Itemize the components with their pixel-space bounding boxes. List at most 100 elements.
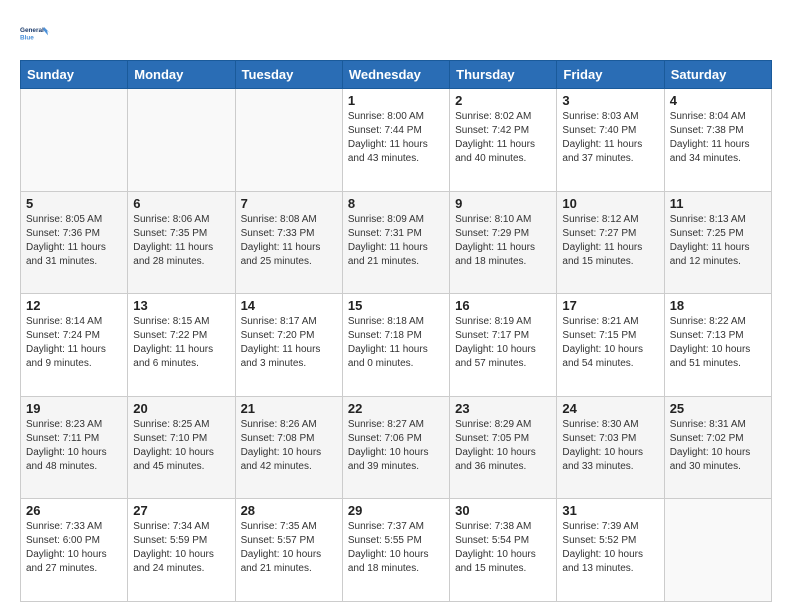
day-number: 27 xyxy=(133,503,229,518)
day-info: Sunrise: 7:39 AM Sunset: 5:52 PM Dayligh… xyxy=(562,520,658,576)
day-number: 5 xyxy=(26,196,122,211)
day-number: 24 xyxy=(562,401,658,416)
calendar-cell: 12Sunrise: 8:14 AM Sunset: 7:24 PM Dayli… xyxy=(21,294,128,397)
calendar-cell xyxy=(664,499,771,602)
day-info: Sunrise: 7:37 AM Sunset: 5:55 PM Dayligh… xyxy=(348,520,444,576)
weekday-header-tuesday: Tuesday xyxy=(235,61,342,89)
calendar-cell: 4 Sunrise: 8:04 AM Sunset: 7:38 PM Daylig… xyxy=(664,89,771,192)
day-number: 16 xyxy=(455,298,551,313)
day-info: Sunrise: 8:29 AM Sunset: 7:05 PM Dayligh… xyxy=(455,418,551,474)
weekday-header-thursday: Thursday xyxy=(450,61,557,89)
logo: GeneralBlue xyxy=(20,18,52,50)
calendar-table: SundayMondayTuesdayWednesdayThursdayFrid… xyxy=(20,60,772,602)
calendar-cell: 26 Sunrise: 7:33 AM Sunset: 6:00 PM Dayli… xyxy=(21,499,128,602)
calendar-cell: 17 Sunrise: 8:21 AM Sunset: 7:15 PM Dayli… xyxy=(557,294,664,397)
day-info: Sunrise: 8:27 AM Sunset: 7:06 PM Dayligh… xyxy=(348,418,444,474)
day-number: 22 xyxy=(348,401,444,416)
day-number: 12 xyxy=(26,298,122,313)
day-info: Sunrise: 8:21 AM Sunset: 7:15 PM Dayligh… xyxy=(562,315,658,371)
day-number: 28 xyxy=(241,503,337,518)
day-info: Sunrise: 8:23 AM Sunset: 7:11 PM Dayligh… xyxy=(26,418,122,474)
day-info: Sunrise: 8:30 AM Sunset: 7:03 PM Dayligh… xyxy=(562,418,658,474)
calendar-cell: 16 Sunrise: 8:19 AM Sunset: 7:17 PM Dayli… xyxy=(450,294,557,397)
weekday-header-friday: Friday xyxy=(557,61,664,89)
day-info: Sunrise: 7:34 AM Sunset: 5:59 PM Dayligh… xyxy=(133,520,229,576)
header: GeneralBlue xyxy=(20,18,772,50)
day-info: Sunrise: 8:09 AM Sunset: 7:31 PM Dayligh… xyxy=(348,213,444,269)
day-info: Sunrise: 8:10 AM Sunset: 7:29 PM Dayligh… xyxy=(455,213,551,269)
day-number: 25 xyxy=(670,401,766,416)
calendar-cell: 7 Sunrise: 8:08 AM Sunset: 7:33 PM Daylig… xyxy=(235,191,342,294)
calendar-cell: 14 Sunrise: 8:17 AM Sunset: 7:20 PM Dayli… xyxy=(235,294,342,397)
week-row-5: 26 Sunrise: 7:33 AM Sunset: 6:00 PM Dayli… xyxy=(21,499,772,602)
day-number: 1 xyxy=(348,93,444,108)
day-number: 26 xyxy=(26,503,122,518)
day-info: Sunrise: 8:19 AM Sunset: 7:17 PM Dayligh… xyxy=(455,315,551,371)
calendar-cell: 19 Sunrise: 8:23 AM Sunset: 7:11 PM Dayli… xyxy=(21,396,128,499)
day-info: Sunrise: 8:02 AM Sunset: 7:42 PM Dayligh… xyxy=(455,110,551,166)
weekday-header-monday: Monday xyxy=(128,61,235,89)
page: GeneralBlue SundayMondayTuesdayWednesday… xyxy=(0,0,792,612)
day-info: Sunrise: 7:33 AM Sunset: 6:00 PM Dayligh… xyxy=(26,520,122,576)
day-info: Sunrise: 8:03 AM Sunset: 7:40 PM Dayligh… xyxy=(562,110,658,166)
calendar-cell: 25Sunrise: 8:31 AM Sunset: 7:02 PM Dayli… xyxy=(664,396,771,499)
week-row-4: 19 Sunrise: 8:23 AM Sunset: 7:11 PM Dayli… xyxy=(21,396,772,499)
day-number: 6 xyxy=(133,196,229,211)
logo-icon: GeneralBlue xyxy=(20,18,52,50)
calendar-cell xyxy=(128,89,235,192)
day-info: Sunrise: 7:35 AM Sunset: 5:57 PM Dayligh… xyxy=(241,520,337,576)
svg-text:General: General xyxy=(20,27,44,34)
day-number: 15 xyxy=(348,298,444,313)
calendar-cell: 27 Sunrise: 7:34 AM Sunset: 5:59 PM Dayli… xyxy=(128,499,235,602)
calendar-cell: 6 Sunrise: 8:06 AM Sunset: 7:35 PM Daylig… xyxy=(128,191,235,294)
day-info: Sunrise: 8:22 AM Sunset: 7:13 PM Dayligh… xyxy=(670,315,766,371)
day-number: 23 xyxy=(455,401,551,416)
day-info: Sunrise: 8:08 AM Sunset: 7:33 PM Dayligh… xyxy=(241,213,337,269)
day-number: 19 xyxy=(26,401,122,416)
calendar-cell: 15 Sunrise: 8:18 AM Sunset: 7:18 PM Dayli… xyxy=(342,294,449,397)
day-number: 14 xyxy=(241,298,337,313)
day-info: Sunrise: 8:06 AM Sunset: 7:35 PM Dayligh… xyxy=(133,213,229,269)
day-info: Sunrise: 8:17 AM Sunset: 7:20 PM Dayligh… xyxy=(241,315,337,371)
calendar-cell: 21 Sunrise: 8:26 AM Sunset: 7:08 PM Dayli… xyxy=(235,396,342,499)
calendar-cell: 22 Sunrise: 8:27 AM Sunset: 7:06 PM Dayli… xyxy=(342,396,449,499)
day-number: 17 xyxy=(562,298,658,313)
calendar-cell: 30 Sunrise: 7:38 AM Sunset: 5:54 PM Dayli… xyxy=(450,499,557,602)
day-number: 20 xyxy=(133,401,229,416)
day-number: 21 xyxy=(241,401,337,416)
calendar-cell: 28 Sunrise: 7:35 AM Sunset: 5:57 PM Dayli… xyxy=(235,499,342,602)
svg-text:Blue: Blue xyxy=(20,34,34,41)
calendar-cell: 11 Sunrise: 8:13 AM Sunset: 7:25 PM Dayli… xyxy=(664,191,771,294)
day-info: Sunrise: 7:38 AM Sunset: 5:54 PM Dayligh… xyxy=(455,520,551,576)
weekday-header-wednesday: Wednesday xyxy=(342,61,449,89)
calendar-cell: 1Sunrise: 8:00 AM Sunset: 7:44 PM Daylig… xyxy=(342,89,449,192)
day-info: Sunrise: 8:26 AM Sunset: 7:08 PM Dayligh… xyxy=(241,418,337,474)
calendar-cell: 18 Sunrise: 8:22 AM Sunset: 7:13 PM Dayli… xyxy=(664,294,771,397)
weekday-header-sunday: Sunday xyxy=(21,61,128,89)
day-number: 30 xyxy=(455,503,551,518)
day-number: 18 xyxy=(670,298,766,313)
calendar-cell: 23 Sunrise: 8:29 AM Sunset: 7:05 PM Dayli… xyxy=(450,396,557,499)
calendar-cell: 5Sunrise: 8:05 AM Sunset: 7:36 PM Daylig… xyxy=(21,191,128,294)
day-number: 4 xyxy=(670,93,766,108)
calendar-cell: 10Sunrise: 8:12 AM Sunset: 7:27 PM Dayli… xyxy=(557,191,664,294)
calendar-cell: 29 Sunrise: 7:37 AM Sunset: 5:55 PM Dayli… xyxy=(342,499,449,602)
calendar-cell: 20Sunrise: 8:25 AM Sunset: 7:10 PM Dayli… xyxy=(128,396,235,499)
calendar-cell: 24 Sunrise: 8:30 AM Sunset: 7:03 PM Dayli… xyxy=(557,396,664,499)
day-info: Sunrise: 8:12 AM Sunset: 7:27 PM Dayligh… xyxy=(562,213,658,269)
week-row-2: 5Sunrise: 8:05 AM Sunset: 7:36 PM Daylig… xyxy=(21,191,772,294)
calendar-cell: 8Sunrise: 8:09 AM Sunset: 7:31 PM Daylig… xyxy=(342,191,449,294)
day-number: 11 xyxy=(670,196,766,211)
day-info: Sunrise: 8:04 AM Sunset: 7:38 PM Dayligh… xyxy=(670,110,766,166)
weekday-header-saturday: Saturday xyxy=(664,61,771,89)
day-info: Sunrise: 8:13 AM Sunset: 7:25 PM Dayligh… xyxy=(670,213,766,269)
day-info: Sunrise: 8:18 AM Sunset: 7:18 PM Dayligh… xyxy=(348,315,444,371)
day-number: 9 xyxy=(455,196,551,211)
day-number: 29 xyxy=(348,503,444,518)
calendar-cell: 2Sunrise: 8:02 AM Sunset: 7:42 PM Daylig… xyxy=(450,89,557,192)
calendar-cell: 9 Sunrise: 8:10 AM Sunset: 7:29 PM Daylig… xyxy=(450,191,557,294)
weekday-header-row: SundayMondayTuesdayWednesdayThursdayFrid… xyxy=(21,61,772,89)
day-number: 7 xyxy=(241,196,337,211)
day-number: 31 xyxy=(562,503,658,518)
week-row-3: 12Sunrise: 8:14 AM Sunset: 7:24 PM Dayli… xyxy=(21,294,772,397)
